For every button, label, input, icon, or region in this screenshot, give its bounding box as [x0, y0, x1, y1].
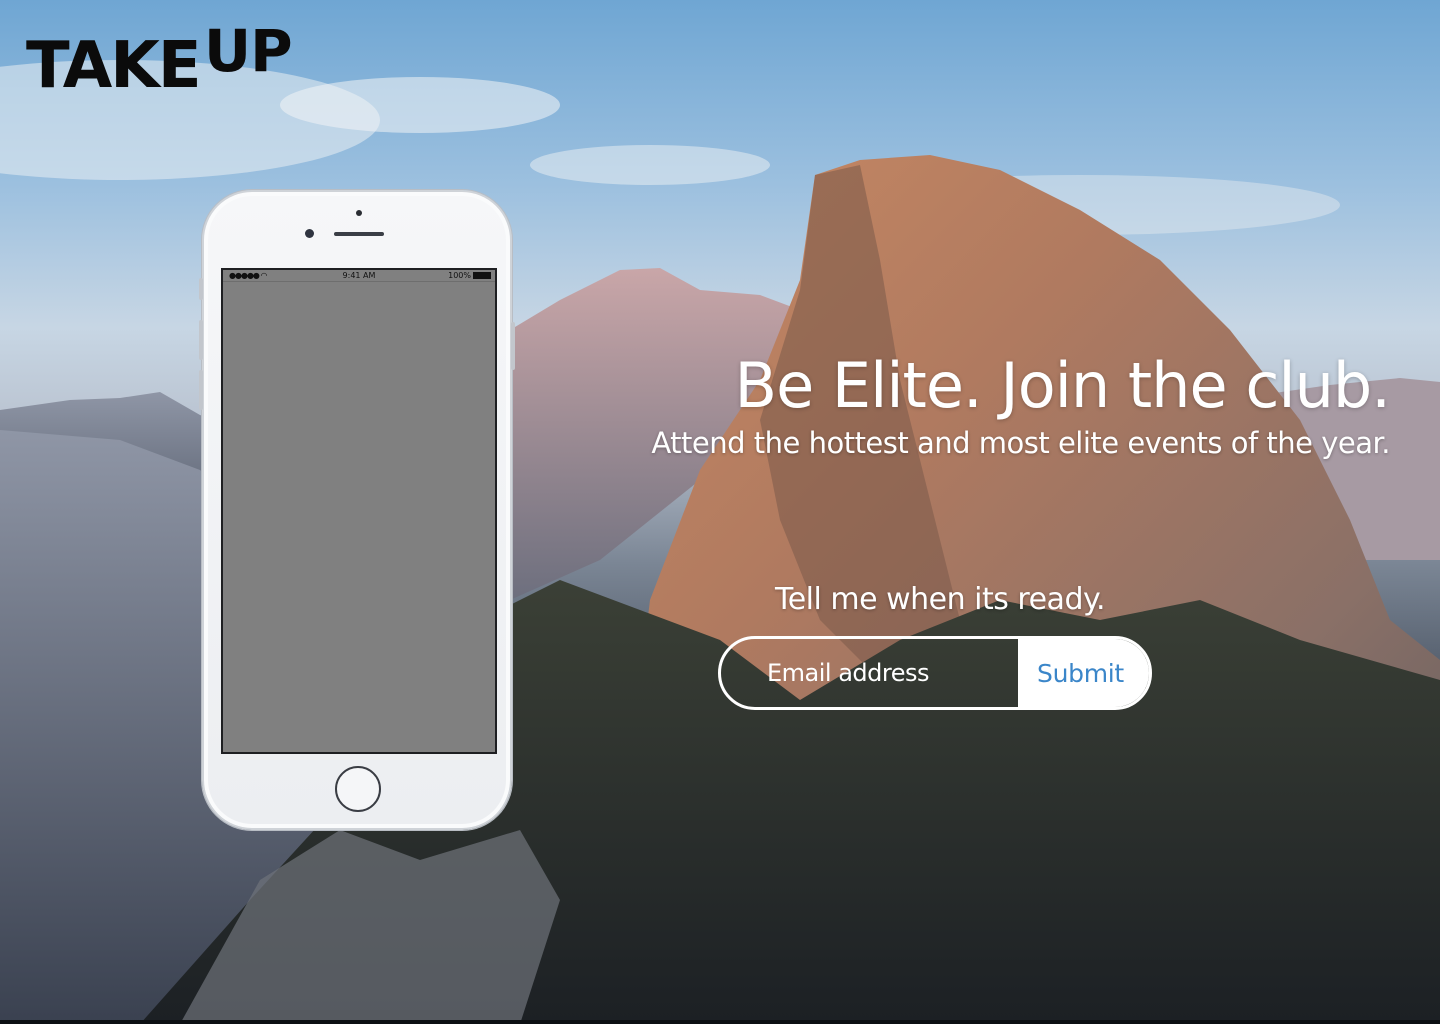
phone-speaker [334, 232, 384, 236]
phone-camera-icon [305, 229, 314, 238]
phone-mockup: ●●●●● ◠ 9:41 AM 100% [199, 190, 515, 830]
battery-icon [473, 272, 491, 279]
phone-status-bar: ●●●●● ◠ 9:41 AM 100% [223, 270, 495, 282]
submit-button[interactable]: Submit [1018, 639, 1149, 707]
logo-word-take: TAKE [26, 29, 202, 103]
email-input[interactable] [721, 639, 1018, 707]
phone-volume-up [199, 320, 203, 360]
hero-headline: Be Elite. Join the club. [734, 349, 1391, 422]
phone-sensor [356, 210, 362, 216]
phone-screen: ●●●●● ◠ 9:41 AM 100% [221, 268, 497, 754]
signup-form: Submit [718, 636, 1152, 710]
status-battery-percent: 100% [448, 271, 471, 280]
bottom-edge [0, 1020, 1440, 1024]
signup-prompt: Tell me when its ready. [775, 582, 1106, 617]
logo-word-up: UP [204, 17, 293, 85]
home-button-icon [335, 766, 381, 812]
phone-power-button [511, 322, 515, 370]
brand-logo[interactable]: TAKE UP [26, 22, 306, 102]
phone-volume-down [199, 370, 203, 410]
phone-mute-switch [199, 278, 203, 300]
hero-subheadline: Attend the hottest and most elite events… [651, 426, 1390, 460]
